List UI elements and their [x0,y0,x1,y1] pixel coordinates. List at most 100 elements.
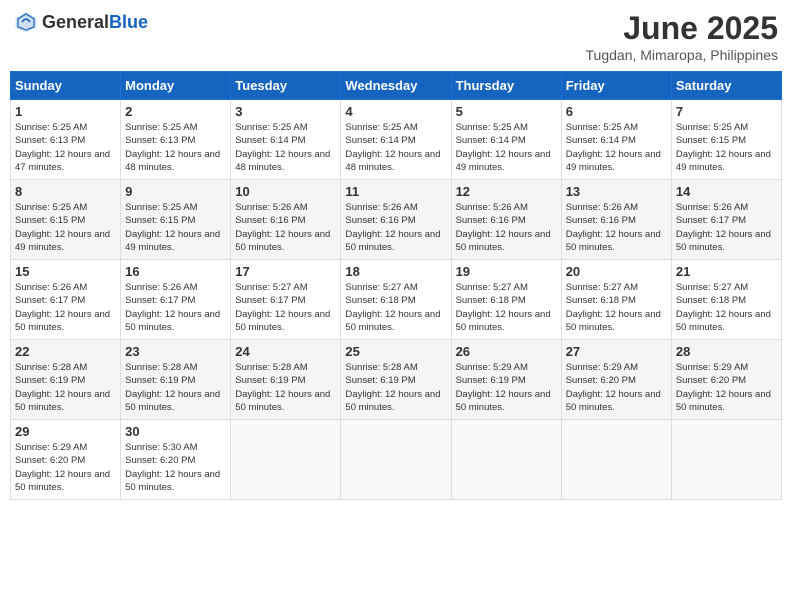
calendar-cell: 14 Sunrise: 5:26 AMSunset: 6:17 PMDayligh… [671,180,781,260]
calendar-header: SundayMondayTuesdayWednesdayThursdayFrid… [11,72,782,100]
day-number: 7 [676,104,777,119]
calendar-cell: 29 Sunrise: 5:29 AMSunset: 6:20 PMDayligh… [11,420,121,500]
day-info: Sunrise: 5:26 AMSunset: 6:16 PMDaylight:… [235,201,336,254]
calendar-cell [231,420,341,500]
calendar-cell: 30 Sunrise: 5:30 AMSunset: 6:20 PMDayligh… [121,420,231,500]
day-info: Sunrise: 5:26 AMSunset: 6:17 PMDaylight:… [125,281,226,334]
day-info: Sunrise: 5:26 AMSunset: 6:16 PMDaylight:… [566,201,667,254]
header-cell-wednesday: Wednesday [341,72,451,100]
page-header: GeneralBlue June 2025 Tugdan, Mimaropa, … [10,10,782,63]
header-cell-monday: Monday [121,72,231,100]
day-number: 29 [15,424,116,439]
day-info: Sunrise: 5:25 AMSunset: 6:14 PMDaylight:… [345,121,446,174]
calendar-cell: 24Sunrise: 5:28 AMSunset: 6:19 PMDayligh… [231,340,341,420]
header-row: SundayMondayTuesdayWednesdayThursdayFrid… [11,72,782,100]
day-number: 3 [235,104,336,119]
calendar-cell: 10Sunrise: 5:26 AMSunset: 6:16 PMDayligh… [231,180,341,260]
day-info: Sunrise: 5:27 AMSunset: 6:18 PMDaylight:… [456,281,557,334]
calendar-cell [561,420,671,500]
day-number: 15 [15,264,116,279]
calendar-cell: 15Sunrise: 5:26 AMSunset: 6:17 PMDayligh… [11,260,121,340]
day-number: 9 [125,184,226,199]
calendar-cell [671,420,781,500]
day-info: Sunrise: 5:25 AMSunset: 6:14 PMDaylight:… [456,121,557,174]
header-cell-friday: Friday [561,72,671,100]
week-row-1: 1 Sunrise: 5:25 AMSunset: 6:13 PMDaylight… [11,100,782,180]
day-info: Sunrise: 5:29 AMSunset: 6:20 PMDaylight:… [15,441,116,494]
day-number: 18 [345,264,446,279]
calendar-cell: 11 Sunrise: 5:26 AMSunset: 6:16 PMDayligh… [341,180,451,260]
logo-icon [14,10,38,34]
day-number: 25 [345,344,446,359]
header-cell-saturday: Saturday [671,72,781,100]
calendar-cell: 1 Sunrise: 5:25 AMSunset: 6:13 PMDaylight… [11,100,121,180]
day-number: 22 [15,344,116,359]
day-number: 11 [345,184,446,199]
calendar-cell: 22 Sunrise: 5:28 AMSunset: 6:19 PMDayligh… [11,340,121,420]
day-number: 21 [676,264,777,279]
day-number: 27 [566,344,667,359]
calendar-cell: 20 Sunrise: 5:27 AMSunset: 6:18 PMDayligh… [561,260,671,340]
calendar-cell: 21 Sunrise: 5:27 AMSunset: 6:18 PMDayligh… [671,260,781,340]
day-number: 12 [456,184,557,199]
calendar-cell: 26 Sunrise: 5:29 AMSunset: 6:19 PMDayligh… [451,340,561,420]
title-block: June 2025 Tugdan, Mimaropa, Philippines [586,10,778,63]
day-info: Sunrise: 5:25 AMSunset: 6:14 PMDaylight:… [566,121,667,174]
day-info: Sunrise: 5:30 AMSunset: 6:20 PMDaylight:… [125,441,226,494]
calendar-cell: 25 Sunrise: 5:28 AMSunset: 6:19 PMDayligh… [341,340,451,420]
day-info: Sunrise: 5:28 AMSunset: 6:19 PMDaylight:… [125,361,226,414]
calendar-subtitle: Tugdan, Mimaropa, Philippines [586,47,778,63]
day-info: Sunrise: 5:29 AMSunset: 6:20 PMDaylight:… [676,361,777,414]
calendar-cell: 8 Sunrise: 5:25 AMSunset: 6:15 PMDaylight… [11,180,121,260]
calendar-table: SundayMondayTuesdayWednesdayThursdayFrid… [10,71,782,500]
day-info: Sunrise: 5:29 AMSunset: 6:19 PMDaylight:… [456,361,557,414]
header-cell-sunday: Sunday [11,72,121,100]
day-info: Sunrise: 5:25 AMSunset: 6:13 PMDaylight:… [15,121,116,174]
day-info: Sunrise: 5:25 AMSunset: 6:15 PMDaylight:… [125,201,226,254]
week-row-2: 8 Sunrise: 5:25 AMSunset: 6:15 PMDaylight… [11,180,782,260]
day-info: Sunrise: 5:25 AMSunset: 6:15 PMDaylight:… [15,201,116,254]
day-info: Sunrise: 5:25 AMSunset: 6:15 PMDaylight:… [676,121,777,174]
calendar-cell: 23 Sunrise: 5:28 AMSunset: 6:19 PMDayligh… [121,340,231,420]
week-row-4: 22 Sunrise: 5:28 AMSunset: 6:19 PMDayligh… [11,340,782,420]
calendar-cell: 2 Sunrise: 5:25 AMSunset: 6:13 PMDaylight… [121,100,231,180]
calendar-cell: 3Sunrise: 5:25 AMSunset: 6:14 PMDaylight… [231,100,341,180]
calendar-cell: 17 Sunrise: 5:27 AMSunset: 6:17 PMDayligh… [231,260,341,340]
logo-blue: Blue [109,12,148,32]
day-number: 23 [125,344,226,359]
day-number: 30 [125,424,226,439]
day-number: 20 [566,264,667,279]
day-number: 8 [15,184,116,199]
day-number: 19 [456,264,557,279]
day-info: Sunrise: 5:26 AMSunset: 6:17 PMDaylight:… [676,201,777,254]
calendar-cell: 18 Sunrise: 5:27 AMSunset: 6:18 PMDayligh… [341,260,451,340]
day-number: 5 [456,104,557,119]
calendar-cell: 6Sunrise: 5:25 AMSunset: 6:14 PMDaylight… [561,100,671,180]
calendar-cell: 13Sunrise: 5:26 AMSunset: 6:16 PMDayligh… [561,180,671,260]
calendar-cell: 7 Sunrise: 5:25 AMSunset: 6:15 PMDaylight… [671,100,781,180]
day-number: 16 [125,264,226,279]
calendar-cell [341,420,451,500]
day-info: Sunrise: 5:27 AMSunset: 6:17 PMDaylight:… [235,281,336,334]
logo: GeneralBlue [14,10,148,34]
day-info: Sunrise: 5:26 AMSunset: 6:16 PMDaylight:… [345,201,446,254]
calendar-cell: 12Sunrise: 5:26 AMSunset: 6:16 PMDayligh… [451,180,561,260]
day-number: 26 [456,344,557,359]
day-info: Sunrise: 5:27 AMSunset: 6:18 PMDaylight:… [676,281,777,334]
day-info: Sunrise: 5:27 AMSunset: 6:18 PMDaylight:… [566,281,667,334]
day-info: Sunrise: 5:25 AMSunset: 6:13 PMDaylight:… [125,121,226,174]
calendar-title: June 2025 [586,10,778,47]
day-number: 1 [15,104,116,119]
header-cell-tuesday: Tuesday [231,72,341,100]
day-info: Sunrise: 5:28 AMSunset: 6:19 PMDaylight:… [15,361,116,414]
week-row-3: 15 Sunrise: 5:26 AMSunset: 6:17 PMDayligh… [11,260,782,340]
day-info: Sunrise: 5:27 AMSunset: 6:18 PMDaylight:… [345,281,446,334]
calendar-cell: 9 Sunrise: 5:25 AMSunset: 6:15 PMDaylight… [121,180,231,260]
calendar-cell: 19 Sunrise: 5:27 AMSunset: 6:18 PMDayligh… [451,260,561,340]
day-number: 17 [235,264,336,279]
day-number: 2 [125,104,226,119]
day-number: 4 [345,104,446,119]
day-number: 28 [676,344,777,359]
day-number: 14 [676,184,777,199]
day-info: Sunrise: 5:28 AMSunset: 6:19 PMDaylight:… [345,361,446,414]
